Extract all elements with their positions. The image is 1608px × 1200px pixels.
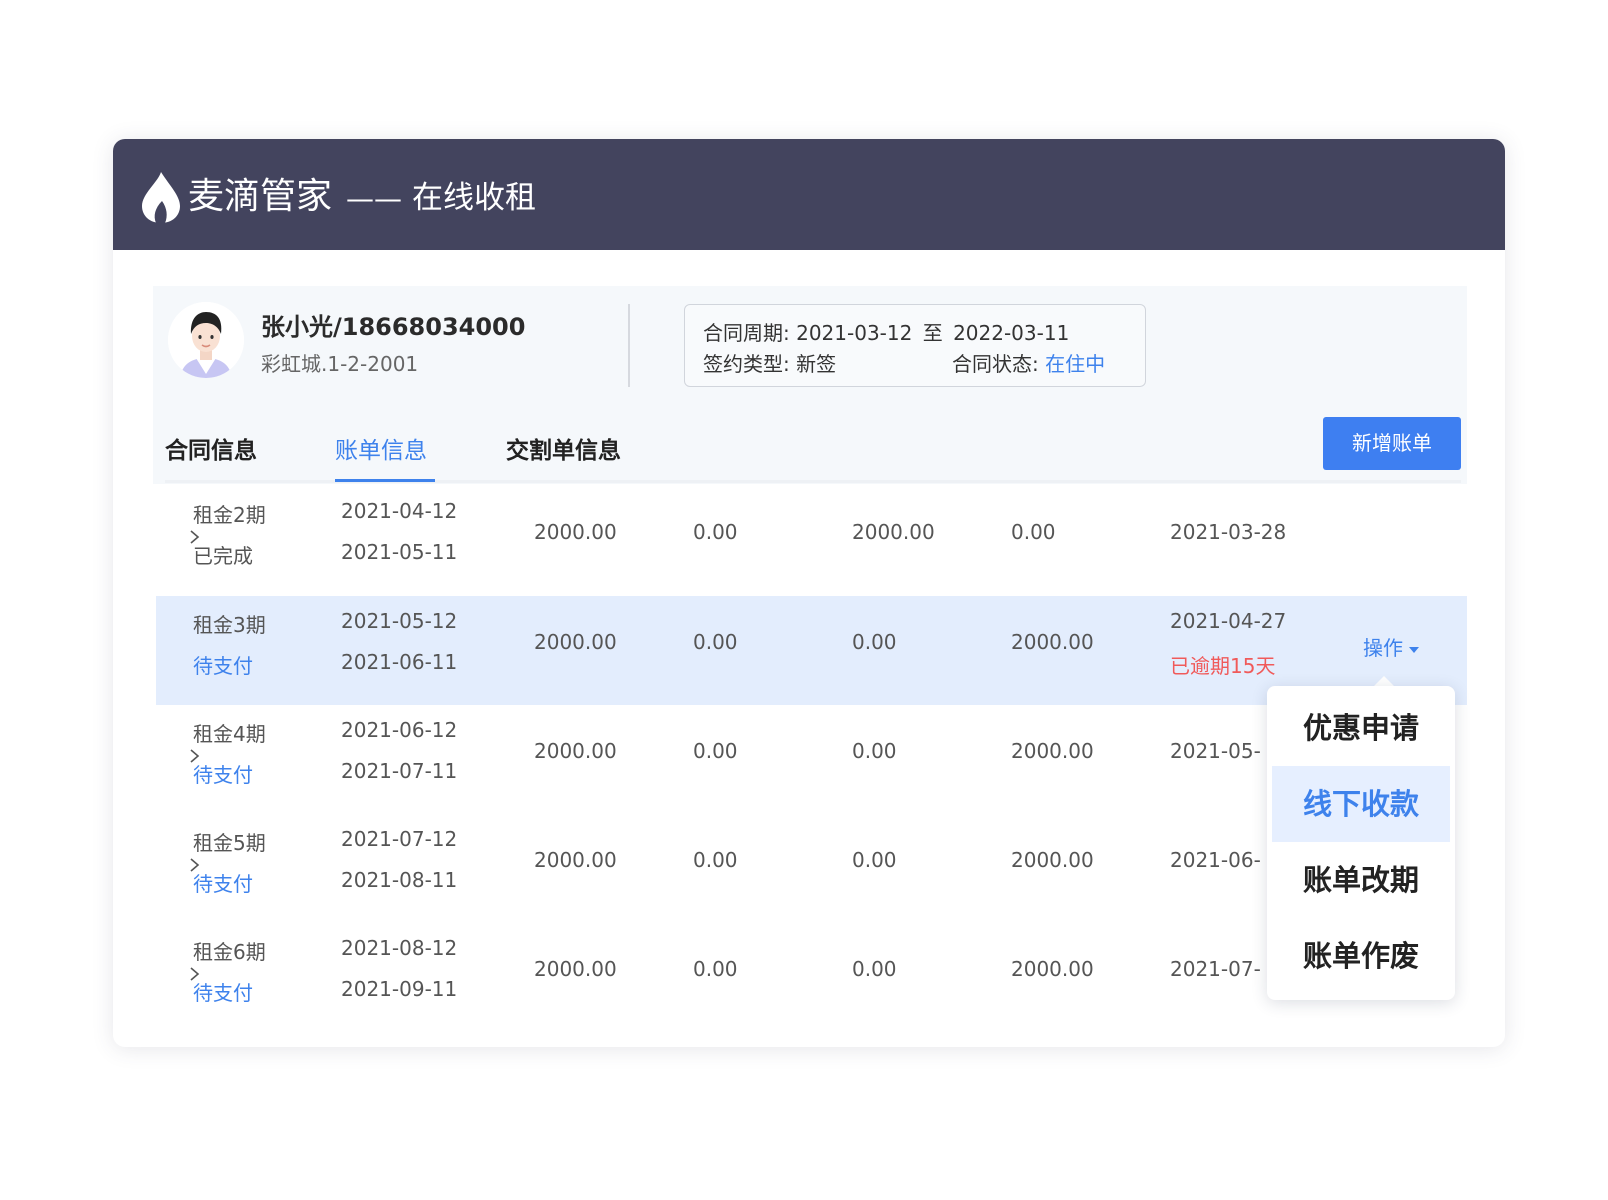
bill-amount: 2000.00 (534, 520, 617, 544)
tab-bill-info[interactable]: 账单信息 (335, 431, 427, 465)
bill-amount-2: 0.00 (693, 957, 738, 981)
avatar-image (168, 302, 244, 378)
bill-amount-2: 0.00 (693, 630, 738, 654)
bill-amount-4: 2000.00 (1011, 739, 1094, 763)
contract-period-label: 合同周期: (703, 321, 790, 345)
bill-amount-4: 0.00 (1011, 520, 1056, 544)
tenant-address: 彩虹城.1-2-2001 (261, 352, 419, 376)
bill-amount-4: 2000.00 (1011, 630, 1094, 654)
contract-period-start: 2021-03-12 (796, 321, 913, 345)
menu-item-offline-payment[interactable]: 线下收款 (1272, 766, 1450, 842)
contract-status-value: 在住中 (1045, 352, 1106, 376)
bill-due-date: 2021-05- (1170, 739, 1261, 763)
bill-period: 租金2期 (193, 503, 266, 527)
bill-amount-2: 0.00 (693, 848, 738, 872)
contract-summary: 合同周期: 2021-03-12 至 2022-03-11 签约类型: 新签 合… (684, 304, 1146, 387)
bill-amount-3: 0.00 (852, 957, 897, 981)
menu-item-discount-request[interactable]: 优惠申请 (1272, 690, 1450, 766)
table-row[interactable]: 租金2期 已完成 2021-04-12 2021-05-11 2000.00 0… (156, 486, 1467, 595)
contract-period: 合同周期: 2021-03-12 至 2022-03-11 (703, 317, 1069, 346)
bill-amount: 2000.00 (534, 848, 617, 872)
bill-start-date: 2021-04-12 (341, 499, 458, 523)
bill-end-date: 2021-05-11 (341, 540, 458, 564)
contract-period-to: 至 (922, 321, 943, 345)
bill-period: 租金6期 (193, 940, 266, 964)
bill-amount-4: 2000.00 (1011, 957, 1094, 981)
overdue-badge: 已逾期15天 (1170, 654, 1276, 678)
bill-due-date: 2021-03-28 (1170, 520, 1287, 544)
app-subtitle: 在线收租 (412, 180, 537, 216)
caret-down-icon (1409, 646, 1419, 653)
title-separator: —— (346, 182, 403, 215)
bill-amount-4: 2000.00 (1011, 848, 1094, 872)
bill-status: 待支付 (193, 654, 253, 678)
actions-dropdown-trigger[interactable]: 操作 (1363, 632, 1419, 661)
add-bill-button[interactable]: 新增账单 (1323, 417, 1461, 470)
title-bar: 麦滴管家 —— 在线收租 (113, 139, 1505, 250)
bill-amount-3: 0.00 (852, 739, 897, 763)
bill-amount: 2000.00 (534, 739, 617, 763)
contract-period-end: 2022-03-11 (953, 321, 1070, 345)
bill-period: 租金5期 (193, 831, 266, 855)
bill-period: 租金4期 (193, 722, 266, 746)
app-title: 麦滴管家 —— 在线收租 (188, 175, 536, 219)
bill-status: 待支付 (193, 763, 253, 787)
contract-status: 合同状态: 在住中 (952, 348, 1105, 377)
app-window: 麦滴管家 —— 在线收租 张小光/18668034000 彩虹城.1-2-2001 … (113, 139, 1505, 1047)
bill-end-date: 2021-09-11 (341, 977, 458, 1001)
bill-amount-3: 2000.00 (852, 520, 935, 544)
actions-label: 操作 (1363, 636, 1403, 660)
bill-status: 待支付 (193, 872, 253, 896)
bill-amount-2: 0.00 (693, 739, 738, 763)
bill-start-date: 2021-05-12 (341, 609, 458, 633)
contract-type-label: 签约类型: (703, 352, 790, 376)
bill-amount-2: 0.00 (693, 520, 738, 544)
menu-item-reschedule-bill[interactable]: 账单改期 (1272, 842, 1450, 918)
tab-handover-info[interactable]: 交割单信息 (506, 431, 621, 465)
bill-due-date: 2021-04-27 (1170, 609, 1287, 633)
tenant-name-phone: 张小光/18668034000 (261, 313, 526, 341)
bill-due-date: 2021-06- (1170, 848, 1261, 872)
avatar (168, 302, 244, 378)
actions-dropdown-menu: 优惠申请 线下收款 账单改期 账单作废 (1267, 686, 1455, 1000)
menu-item-void-bill[interactable]: 账单作废 (1272, 918, 1450, 994)
contract-type-value: 新签 (796, 352, 837, 376)
bill-period: 租金3期 (193, 613, 266, 637)
bill-amount-3: 0.00 (852, 630, 897, 654)
contract-status-label: 合同状态: (952, 352, 1039, 376)
bill-end-date: 2021-06-11 (341, 650, 458, 674)
tab-contract-info[interactable]: 合同信息 (165, 431, 257, 465)
bill-status: 待支付 (193, 981, 253, 1005)
bill-start-date: 2021-08-12 (341, 936, 458, 960)
bill-amount: 2000.00 (534, 957, 617, 981)
bill-end-date: 2021-07-11 (341, 759, 458, 783)
brand-name: 麦滴管家 (188, 176, 333, 217)
bill-status: 已完成 (193, 544, 253, 568)
bill-due-date: 2021-07- (1170, 957, 1261, 981)
bill-start-date: 2021-06-12 (341, 718, 458, 742)
bill-start-date: 2021-07-12 (341, 827, 458, 851)
bill-end-date: 2021-08-11 (341, 868, 458, 892)
bill-amount: 2000.00 (534, 630, 617, 654)
bill-amount-3: 0.00 (852, 848, 897, 872)
flame-logo-icon (142, 172, 180, 223)
contract-type: 签约类型: 新签 (703, 348, 836, 377)
vertical-divider (628, 304, 630, 387)
active-tab-indicator (335, 479, 435, 482)
